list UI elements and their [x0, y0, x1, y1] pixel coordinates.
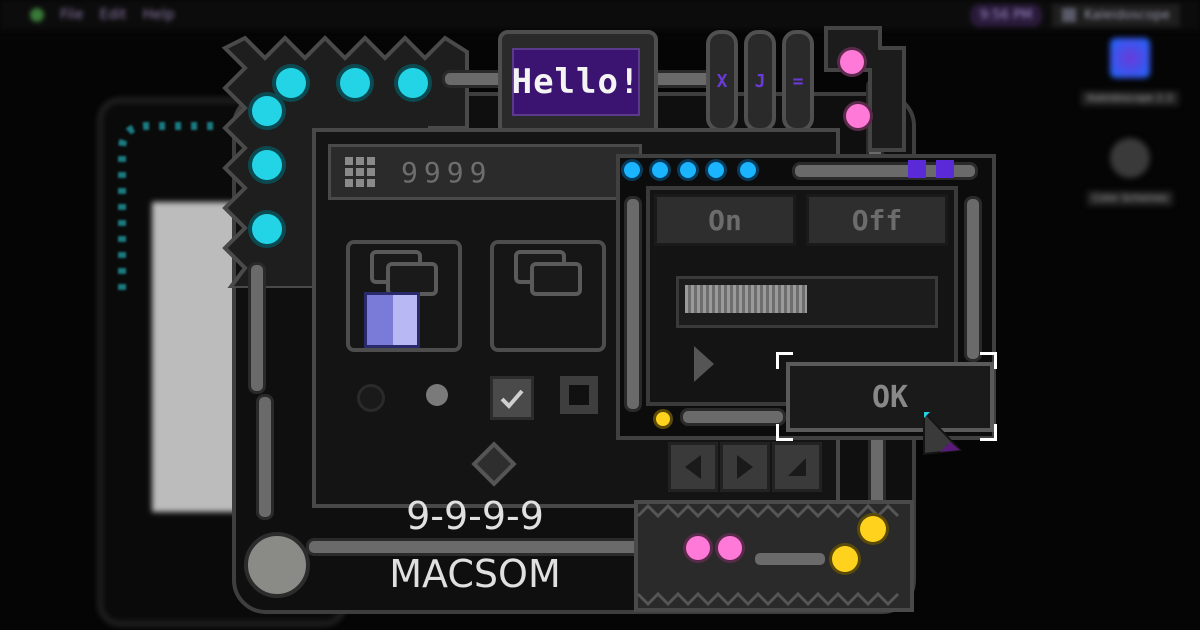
- capsule-indicator: X: [706, 30, 738, 132]
- cyan-indicator-dot: [252, 214, 282, 244]
- yellow-indicator-dot: [656, 412, 670, 426]
- menu-help[interactable]: Help: [143, 7, 175, 23]
- radio-button-off[interactable]: [357, 384, 385, 412]
- desktop-icon-label: Kaleidoscope 2.3: [1081, 91, 1179, 106]
- finder-folder-icon[interactable]: [346, 240, 462, 352]
- selection-corner: [776, 352, 793, 369]
- mouse-cursor-icon: [923, 409, 963, 456]
- blue-indicator-dot: [652, 162, 668, 178]
- grid-icon: [345, 157, 375, 187]
- connector-pipe: [256, 394, 274, 520]
- desktop-icon-label: Color Schemes: [1086, 191, 1174, 206]
- menu-file[interactable]: File: [60, 7, 83, 23]
- blue-indicator-dot: [680, 162, 696, 178]
- cyan-indicator-dot: [252, 150, 282, 180]
- scheme-name: MACSOM: [389, 552, 561, 596]
- capsule-glyph: J: [754, 70, 766, 92]
- control-bottom-pipe: [680, 408, 786, 426]
- connector-pipe: [248, 262, 266, 394]
- cyan-indicator-dot: [340, 68, 370, 98]
- pink-indicator-dot: [846, 104, 870, 128]
- yellow-indicator-dot: [832, 546, 858, 572]
- hello-text: Hello!: [511, 62, 641, 102]
- capsule-glyph: =: [792, 70, 804, 92]
- checkbox-unchecked[interactable]: [560, 376, 598, 414]
- slider-fill: [685, 285, 807, 313]
- blue-indicator-dot: [624, 162, 640, 178]
- progress-slider[interactable]: [676, 276, 938, 328]
- cyan-indicator-dot: [252, 96, 282, 126]
- capsule-glyph: X: [716, 70, 728, 92]
- menubar-clock[interactable]: 9:56 PM: [969, 3, 1043, 27]
- app-icon: [1062, 8, 1077, 22]
- checkbox-checked[interactable]: [490, 376, 534, 420]
- generic-folder-icon[interactable]: [490, 240, 606, 352]
- blue-indicator-dot: [740, 162, 756, 178]
- hello-display: Hello!: [512, 48, 640, 116]
- cyan-indicator-dot: [398, 68, 428, 98]
- kaleidoscope-app-icon: [1110, 38, 1150, 78]
- capsule-indicator: =: [782, 30, 814, 132]
- selection-corner: [980, 424, 997, 441]
- window-title: 9999: [401, 155, 493, 189]
- pink-indicator-dot: [840, 50, 864, 74]
- scheme-number: 9-9-9-9: [406, 494, 544, 538]
- pink-indicator-dot: [686, 536, 710, 560]
- scheme-window-titlebar[interactable]: 9999: [328, 144, 642, 200]
- yellow-indicator-dot: [860, 516, 886, 542]
- blue-indicator-dot: [708, 162, 724, 178]
- apple-menu-icon[interactable]: [30, 8, 44, 22]
- menu-bar: File Edit Help 9:56 PM Kaleidoscope: [0, 0, 1200, 30]
- checkmark-icon: [500, 389, 524, 409]
- desktop-icon-kaleidoscope[interactable]: Kaleidoscope 2.3: [1070, 38, 1190, 106]
- cyan-indicator-dot: [276, 68, 306, 98]
- desktop-icon-color-schemes[interactable]: Color Schemes: [1070, 138, 1190, 206]
- round-knob[interactable]: [244, 532, 310, 598]
- connector-pipe: [868, 430, 886, 510]
- toggle-off-button[interactable]: Off: [806, 194, 948, 246]
- next-button[interactable]: [720, 442, 770, 492]
- selection-corner: [776, 424, 793, 441]
- hello-banner: Hello!: [498, 30, 658, 136]
- resize-button[interactable]: [772, 442, 822, 492]
- previous-button[interactable]: [668, 442, 718, 492]
- close-box-icon[interactable]: [908, 160, 926, 178]
- radio-button-on[interactable]: [426, 384, 448, 406]
- connector-pipe: [752, 550, 828, 568]
- control-side-pipe: [964, 196, 982, 362]
- capsule-indicator: J: [744, 30, 776, 132]
- control-side-pipe: [624, 196, 642, 412]
- app-name: Kaleidoscope: [1084, 7, 1170, 23]
- menu-edit[interactable]: Edit: [99, 7, 126, 23]
- folder-tab: [386, 262, 438, 296]
- folder-icon: [1110, 138, 1150, 178]
- toggle-on-button[interactable]: On: [654, 194, 796, 246]
- zoom-box-icon[interactable]: [936, 160, 954, 178]
- finder-face-icon: [364, 292, 420, 348]
- menubar-app-menu[interactable]: Kaleidoscope: [1052, 3, 1180, 27]
- folder-tab: [530, 262, 582, 296]
- play-arrow-icon[interactable]: [694, 346, 714, 382]
- selection-corner: [980, 352, 997, 369]
- pink-indicator-dot: [718, 536, 742, 560]
